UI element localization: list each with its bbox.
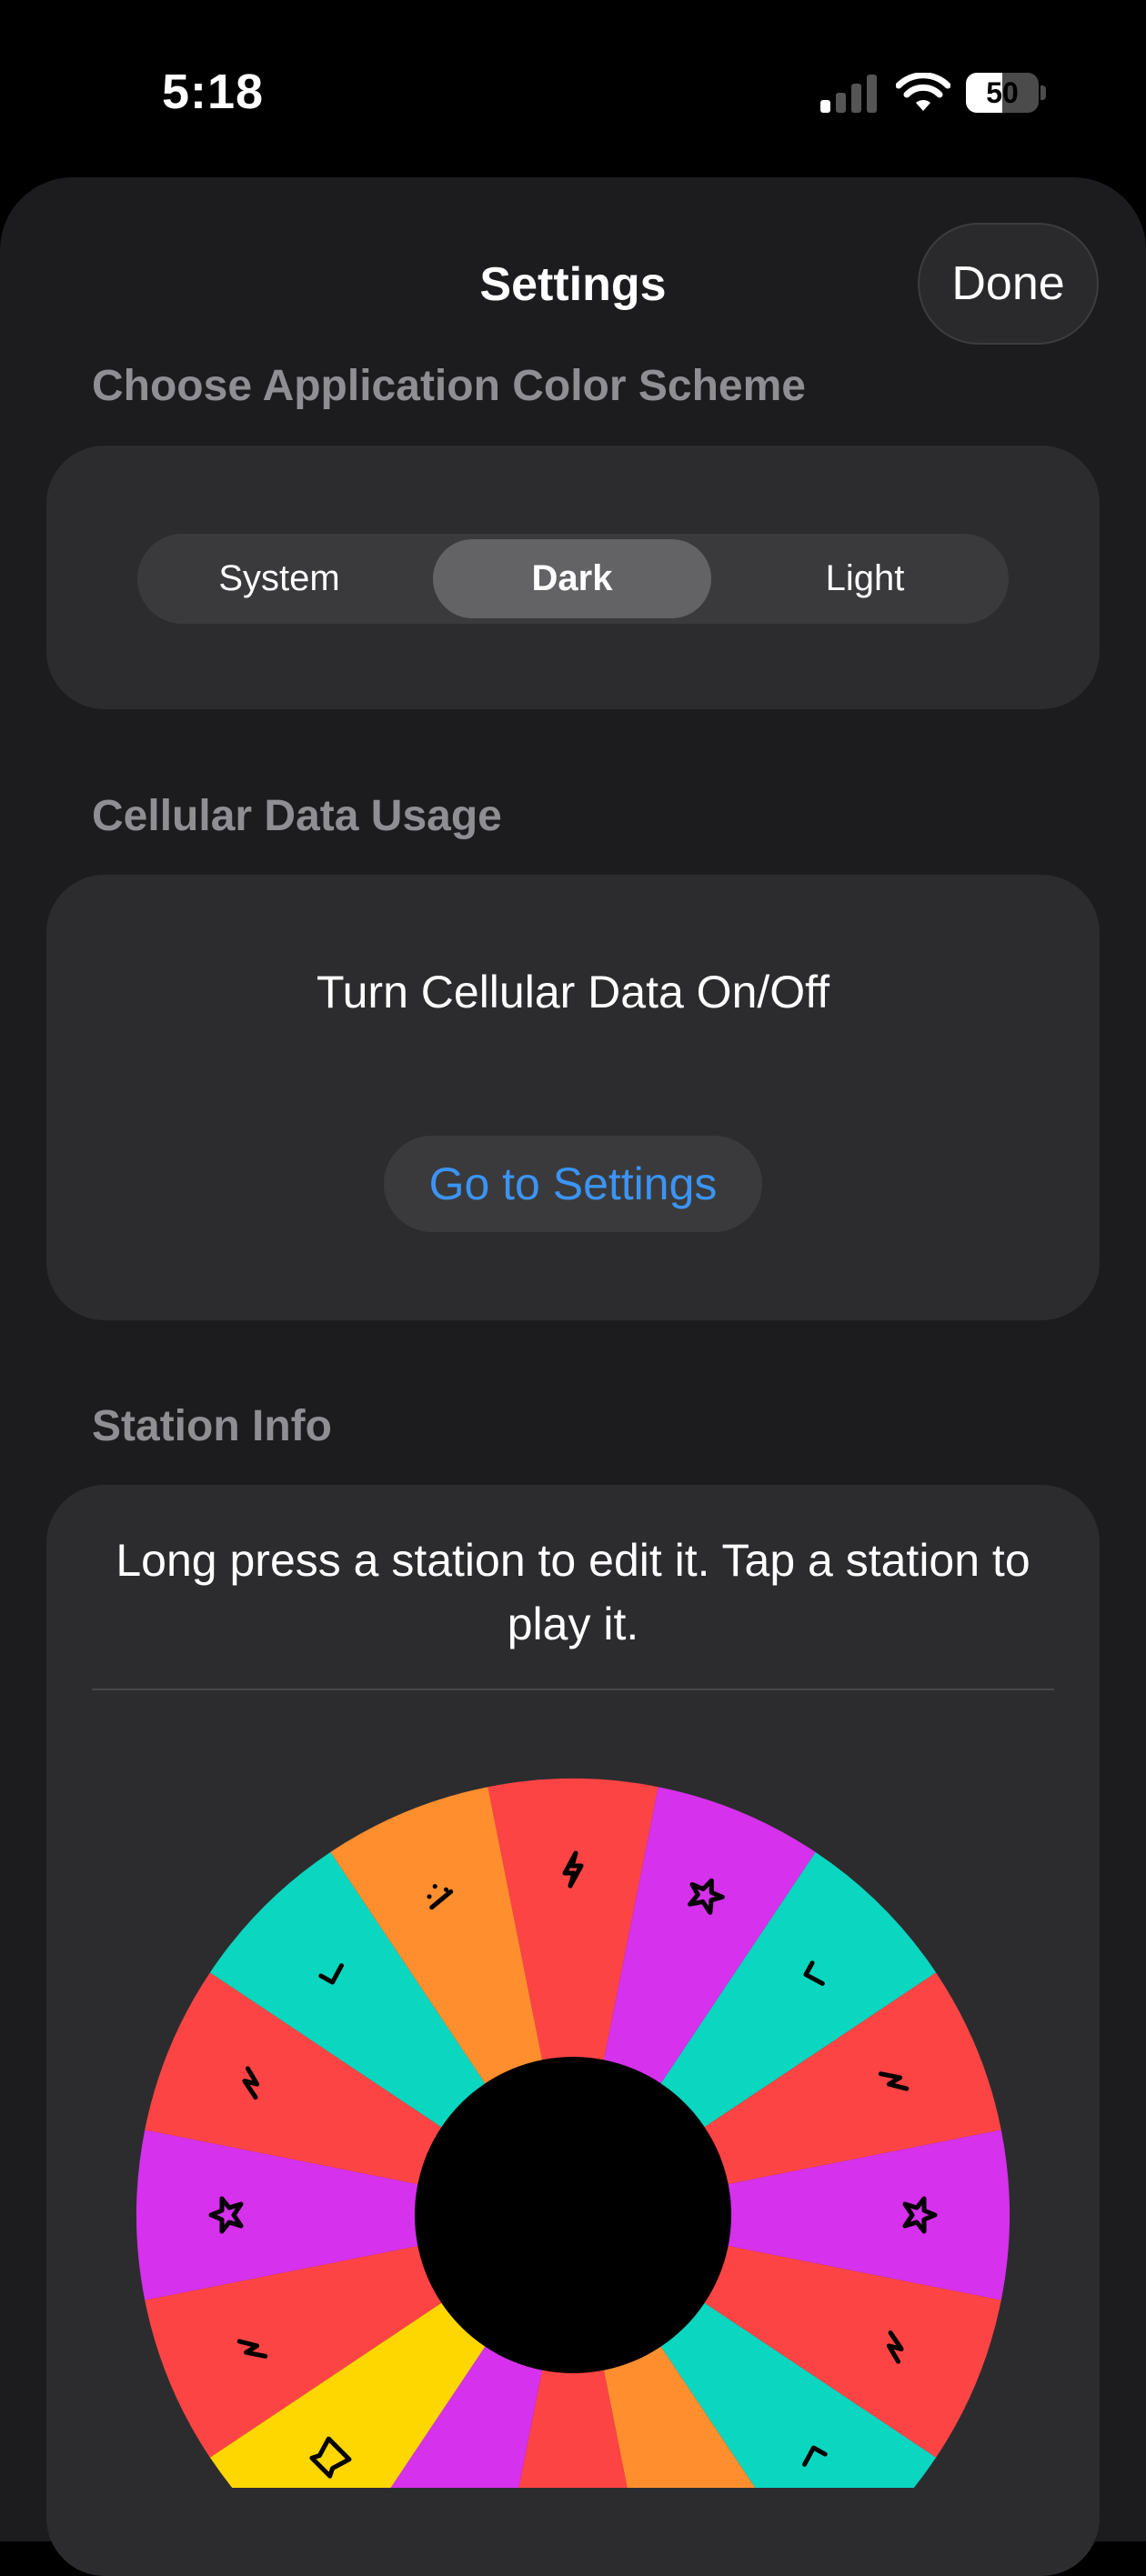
- wheel-center-hub: [415, 2057, 731, 2373]
- station-wheel: [136, 1778, 1010, 2488]
